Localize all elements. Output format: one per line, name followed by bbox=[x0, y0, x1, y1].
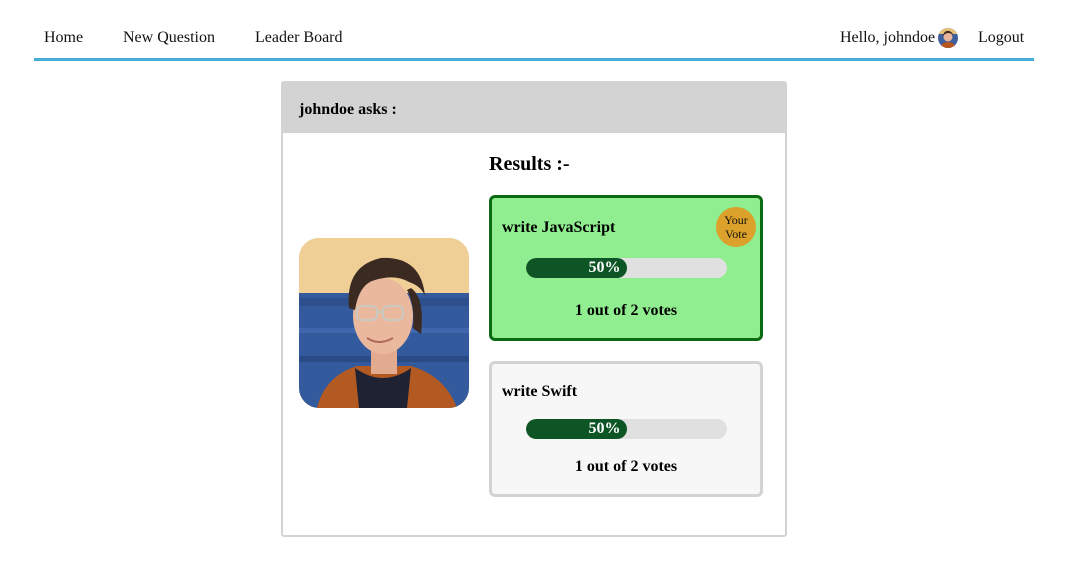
your-vote-badge: Your Vote bbox=[716, 207, 756, 247]
user-avatar bbox=[938, 28, 958, 48]
results-title: Results :- bbox=[489, 153, 570, 175]
progress-bar: 50% bbox=[526, 419, 727, 439]
logout-link[interactable]: Logout bbox=[978, 29, 1024, 47]
progress-fill: 50% bbox=[526, 419, 627, 439]
vote-count: 1 out of 2 votes bbox=[574, 458, 678, 475]
question-author-heading: johndoe asks : bbox=[299, 101, 397, 118]
option-card-javascript: write JavaScript Your Vote 50% 1 out of … bbox=[489, 195, 763, 341]
nav-new-question-link[interactable]: New Question bbox=[123, 29, 215, 47]
badge-line-2: Vote bbox=[725, 227, 747, 241]
progress-label: 50% bbox=[588, 420, 621, 437]
question-card: johndoe asks : Results :- write JavaScri… bbox=[281, 81, 787, 537]
user-greeting: Hello, johndoe bbox=[840, 29, 936, 46]
option-card-swift: write Swift 50% 1 out of 2 votes bbox=[489, 361, 763, 497]
card-header: johndoe asks : bbox=[283, 83, 785, 133]
top-nav: Home New Question Leader Board Hello, jo… bbox=[34, 0, 1034, 61]
progress-label: 50% bbox=[588, 259, 621, 276]
nav-home-link[interactable]: Home bbox=[44, 29, 83, 47]
nav-leader-board-link[interactable]: Leader Board bbox=[255, 29, 343, 47]
option-text: write JavaScript bbox=[502, 219, 616, 236]
badge-line-1: Your bbox=[724, 213, 748, 227]
option-text: write Swift bbox=[502, 383, 578, 400]
vote-count: 1 out of 2 votes bbox=[574, 302, 678, 319]
progress-bar: 50% bbox=[526, 258, 727, 278]
author-avatar bbox=[299, 238, 469, 408]
progress-fill: 50% bbox=[526, 258, 627, 278]
